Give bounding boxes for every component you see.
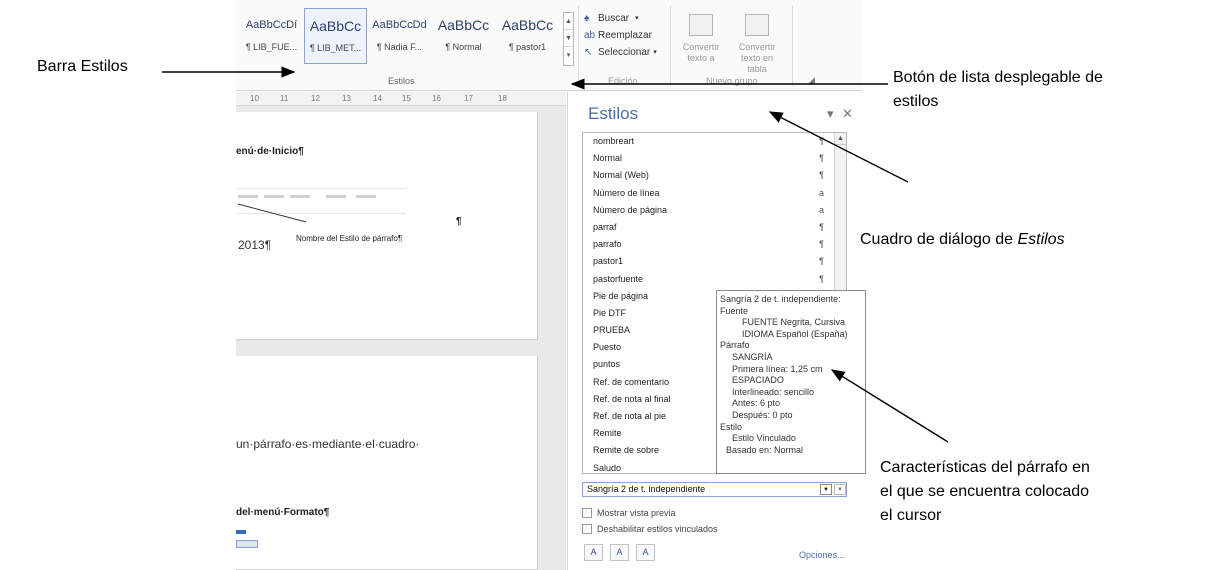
annotation-line: Botón de lista desplegable de — [893, 69, 1103, 86]
annotation-boton: Botón de lista desplegable de estilos — [893, 66, 1203, 114]
annotation-line: Características del párrafo en — [880, 459, 1090, 476]
annotation-caracteristicas: Características del párrafo en el que se… — [880, 456, 1090, 528]
annotation-line: el cursor — [880, 507, 942, 524]
arrow-cuadro — [768, 111, 909, 183]
annotation-line: estilos — [893, 93, 939, 110]
annotation-emphasis: Estilos — [1017, 231, 1065, 248]
annotation-line: el que se encuentra colocado — [880, 483, 1090, 500]
arrow-caract — [830, 369, 949, 443]
annotation-cuadro: Cuadro de diálogo de Estilos — [860, 228, 1065, 252]
annotation-text: Cuadro de diálogo de — [860, 231, 1018, 248]
annotation-barra-estilos: Barra Estilos — [37, 58, 128, 75]
